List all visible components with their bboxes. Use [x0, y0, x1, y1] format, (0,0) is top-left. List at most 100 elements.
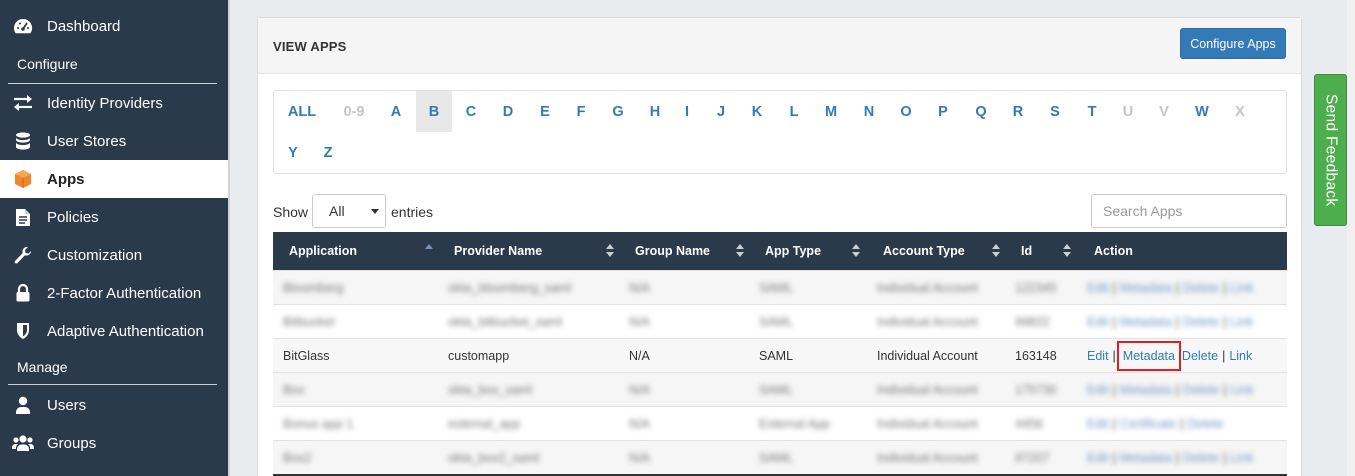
alpha-filter-h[interactable]: H: [637, 91, 673, 132]
alpha-filter-f[interactable]: F: [563, 91, 599, 132]
metadata-link[interactable]: Metadata: [1120, 383, 1172, 397]
metadata-link[interactable]: Metadata: [1120, 451, 1172, 465]
configure-apps-button[interactable]: Configure Apps: [1180, 28, 1286, 59]
cell-provider: customapp: [448, 349, 510, 363]
edit-link[interactable]: Edit: [1087, 315, 1109, 329]
metadata-link[interactable]: Metadata: [1120, 315, 1172, 329]
entries-label: entries: [391, 204, 434, 220]
column-header-provider-name[interactable]: Provider Name: [438, 232, 619, 270]
alpha-filter-w[interactable]: W: [1183, 91, 1221, 132]
edit-link[interactable]: Edit: [1087, 383, 1109, 397]
alpha-filter-g[interactable]: G: [600, 91, 636, 132]
alpha-filter-a[interactable]: A: [378, 91, 414, 132]
link-link[interactable]: Link: [1231, 383, 1254, 397]
delete-link[interactable]: Delete: [1187, 417, 1223, 431]
cell-account-type: Individual Account: [877, 383, 978, 397]
edit-link[interactable]: Edit: [1087, 451, 1109, 465]
cell-group: N/A: [629, 281, 650, 295]
cell-account-type: Individual Account: [877, 417, 978, 431]
sidebar-item-policies[interactable]: Policies: [0, 198, 228, 236]
sidebar-item-user-stores[interactable]: User Stores: [0, 122, 228, 160]
metadata-link[interactable]: Metadata: [1116, 341, 1181, 371]
link-link[interactable]: Link: [1231, 281, 1254, 295]
cell-application: Bloomberg: [283, 281, 344, 295]
cell-app-type: SAML: [759, 281, 794, 295]
sidebar-item-users[interactable]: Users: [0, 386, 228, 424]
sidebar-item-adaptive-auth[interactable]: Adaptive Authentication: [0, 312, 228, 350]
exchange-icon: [12, 92, 34, 114]
column-header-id[interactable]: Id: [1005, 232, 1078, 270]
alpha-filter-z[interactable]: Z: [310, 132, 346, 173]
sidebar-item-groups[interactable]: Groups: [0, 424, 228, 462]
alpha-filter-v: V: [1159, 103, 1169, 120]
cell-application: Bitbucket: [283, 315, 335, 329]
sidebar-item-label: Users: [47, 396, 87, 414]
sidebar-item-apps[interactable]: Apps: [0, 160, 228, 198]
alpha-filter-o[interactable]: O: [888, 91, 924, 132]
cell-account-type: Individual Account: [877, 349, 978, 363]
delete-link[interactable]: Delete: [1183, 281, 1219, 295]
alpha-filter-i[interactable]: I: [671, 91, 703, 132]
alpha-filter-all[interactable]: ALL: [280, 91, 324, 132]
table-header: Application Provider Name Group Name App…: [273, 232, 1287, 270]
delete-link[interactable]: Delete: [1183, 451, 1219, 465]
view-apps-panel: VIEW APPS Configure Apps ALL 0-9 A B C D…: [257, 17, 1302, 476]
alpha-filter-b[interactable]: B: [416, 91, 452, 132]
search-apps-input[interactable]: [1091, 194, 1287, 228]
certificate-link[interactable]: Certificate: [1120, 417, 1176, 431]
alpha-filter-l[interactable]: L: [776, 91, 812, 132]
alpha-filter-q[interactable]: Q: [963, 91, 999, 132]
cell-group: N/A: [629, 315, 650, 329]
metadata-link[interactable]: Metadata: [1120, 281, 1172, 295]
alpha-filter-r[interactable]: R: [1000, 91, 1036, 132]
alpha-filter-u: U: [1122, 103, 1134, 120]
table-row: Bitbucket okta_bitbucket_saml N/A SAML I…: [273, 304, 1287, 338]
delete-link[interactable]: Delete: [1183, 383, 1219, 397]
alpha-filter-s[interactable]: S: [1037, 91, 1073, 132]
sidebar-item-2fa[interactable]: 2-Factor Authentication: [0, 274, 228, 312]
alpha-filter-d[interactable]: D: [490, 91, 526, 132]
link-link[interactable]: Link: [1229, 349, 1252, 363]
send-feedback-label: Send Feedback: [1322, 93, 1340, 207]
alpha-filter-j[interactable]: J: [704, 91, 738, 132]
sidebar-item-customization[interactable]: Customization: [0, 236, 228, 274]
delete-link[interactable]: Delete: [1183, 315, 1219, 329]
send-feedback-button[interactable]: Send Feedback: [1314, 74, 1347, 226]
sidebar-item-dashboard[interactable]: Dashboard: [0, 7, 228, 45]
show-label: Show: [273, 204, 309, 220]
alpha-filter-e[interactable]: E: [527, 91, 563, 132]
scrollbar-track[interactable]: [1347, 0, 1355, 476]
column-header-account-type[interactable]: Account Type: [867, 232, 1005, 270]
cell-actions: Edit | Certificate | Delete: [1087, 417, 1224, 431]
sidebar-item-label: Identity Providers: [47, 94, 163, 112]
alpha-filter-p[interactable]: P: [925, 91, 961, 132]
delete-link[interactable]: Delete: [1182, 349, 1218, 363]
entries-select-value: All: [329, 203, 345, 219]
cell-actions: Edit | Metadata | Delete | Link: [1087, 451, 1254, 465]
cell-app-type: SAML: [759, 315, 794, 329]
entries-select[interactable]: All: [312, 194, 386, 228]
alpha-filter-n[interactable]: N: [851, 91, 887, 132]
user-icon: [12, 394, 34, 416]
alpha-filter-k[interactable]: K: [739, 91, 775, 132]
edit-link[interactable]: Edit: [1087, 349, 1109, 363]
alpha-filter-t[interactable]: T: [1074, 91, 1110, 132]
cell-provider: okta_box2_saml: [448, 451, 540, 465]
alpha-filter-y[interactable]: Y: [275, 132, 311, 173]
link-link[interactable]: Link: [1231, 315, 1254, 329]
column-header-app-type[interactable]: App Type: [749, 232, 867, 270]
cell-id: 99822: [1015, 315, 1050, 329]
alpha-filter-m[interactable]: M: [813, 91, 849, 132]
edit-link[interactable]: Edit: [1087, 417, 1109, 431]
column-header-group-name[interactable]: Group Name: [619, 232, 749, 270]
link-link[interactable]: Link: [1231, 451, 1254, 465]
cell-group: N/A: [629, 451, 650, 465]
sidebar-item-identity-providers[interactable]: Identity Providers: [0, 84, 228, 122]
caret-down-icon: [371, 209, 379, 214]
edit-link[interactable]: Edit: [1087, 281, 1109, 295]
cell-application: Bonus app 1: [283, 417, 354, 431]
column-header-application[interactable]: Application: [273, 232, 438, 270]
users-icon: [12, 432, 34, 454]
alpha-filter-c[interactable]: C: [453, 91, 489, 132]
table-row: Box2 okta_box2_saml N/A SAML Individual …: [273, 440, 1287, 474]
